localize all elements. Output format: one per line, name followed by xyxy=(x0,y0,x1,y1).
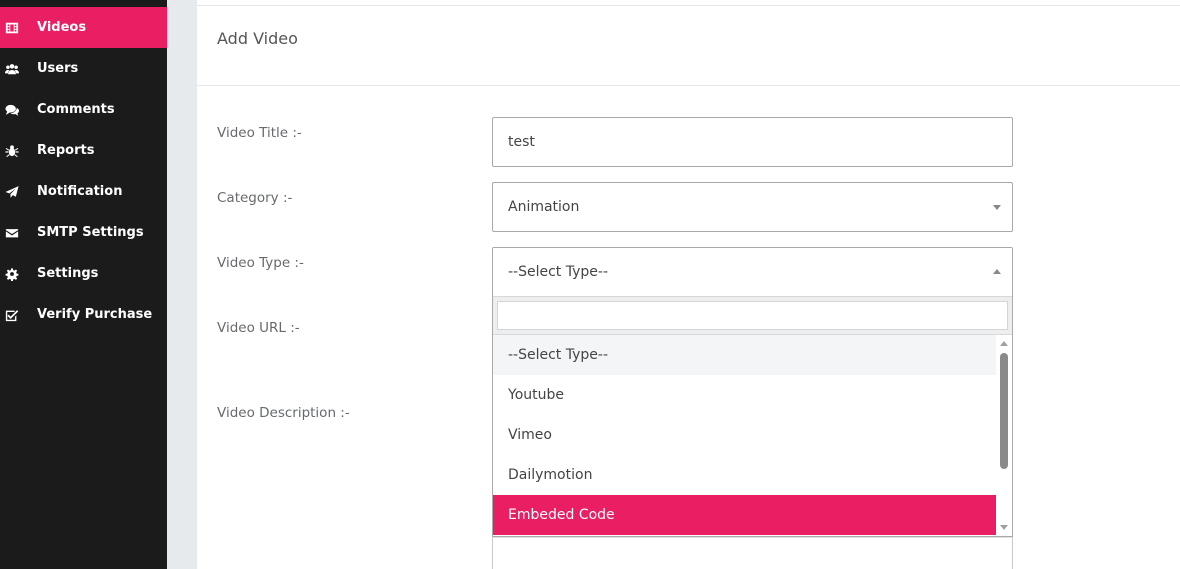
scroll-up-arrow-icon[interactable] xyxy=(1000,341,1008,346)
sidebar-item-comments[interactable]: Comments xyxy=(0,89,167,130)
scroll-down-arrow-icon[interactable] xyxy=(1000,525,1008,530)
bug-icon xyxy=(0,144,37,158)
chevron-up-icon xyxy=(993,269,1001,274)
dropdown-option-select-type[interactable]: --Select Type-- xyxy=(493,335,997,375)
sidebar-item-label: Notification xyxy=(37,184,123,199)
sidebar-item-label: SMTP Settings xyxy=(37,225,144,240)
sidebar-item-users[interactable]: Users xyxy=(0,48,167,89)
sidebar-item-label: Videos xyxy=(37,20,87,35)
video-description-field[interactable] xyxy=(492,537,1013,569)
sidebar-item-label: Verify Purchase xyxy=(37,307,153,322)
video-title-label: Video Title :- xyxy=(217,125,302,141)
comments-icon xyxy=(0,103,37,117)
sidebar-item-label: Reports xyxy=(37,143,95,158)
video-url-label: Video URL :- xyxy=(217,320,300,336)
dropdown-search-wrapper xyxy=(493,296,1012,335)
users-icon xyxy=(0,62,37,76)
sidebar-item-label: Comments xyxy=(37,102,115,117)
sidebar-item-smtp-settings[interactable]: SMTP Settings xyxy=(0,212,167,253)
dropdown-search-input[interactable] xyxy=(497,301,1008,330)
sidebar: Videos Users Comments Reports Notificati… xyxy=(0,0,167,569)
page-title: Add Video xyxy=(197,6,1180,86)
video-title-input[interactable]: test xyxy=(492,117,1013,167)
video-description-label: Video Description :- xyxy=(217,405,350,421)
video-type-select[interactable]: --Select Type-- xyxy=(492,247,1013,297)
dropdown-option-embeded-code[interactable]: Embeded Code xyxy=(493,495,997,535)
category-select[interactable]: Animation xyxy=(492,182,1013,232)
dropdown-option-dailymotion[interactable]: Dailymotion xyxy=(493,455,997,495)
paper-plane-icon xyxy=(0,185,37,199)
dropdown-scrollbar[interactable] xyxy=(996,335,1012,536)
video-type-label: Video Type :- xyxy=(217,255,304,271)
envelope-icon xyxy=(0,226,37,240)
scrollbar-thumb[interactable] xyxy=(1000,353,1008,469)
film-icon xyxy=(0,21,37,35)
dropdown-options-list: --Select Type-- Youtube Vimeo Dailymotio… xyxy=(493,335,997,536)
content-gutter xyxy=(167,0,197,569)
check-square-icon xyxy=(0,308,37,322)
sidebar-item-notification[interactable]: Notification xyxy=(0,171,167,212)
add-video-card: Add Video Video Title :- test Category :… xyxy=(197,5,1180,569)
sidebar-item-verify-purchase[interactable]: Verify Purchase xyxy=(0,294,167,335)
sidebar-item-videos[interactable]: Videos xyxy=(0,7,167,48)
chevron-down-icon xyxy=(993,205,1001,210)
sidebar-item-label: Settings xyxy=(37,266,99,281)
sidebar-item-label: Users xyxy=(37,61,79,76)
dropdown-option-vimeo[interactable]: Vimeo xyxy=(493,415,997,455)
sidebar-item-settings[interactable]: Settings xyxy=(0,253,167,294)
category-value: Animation xyxy=(508,199,580,215)
category-label: Category :- xyxy=(217,190,293,206)
gear-icon xyxy=(0,267,37,281)
video-title-value: test xyxy=(508,134,535,150)
sidebar-item-reports[interactable]: Reports xyxy=(0,130,167,171)
video-type-value: --Select Type-- xyxy=(508,264,609,280)
dropdown-option-youtube[interactable]: Youtube xyxy=(493,375,997,415)
video-type-dropdown: --Select Type-- Youtube Vimeo Dailymotio… xyxy=(492,296,1013,537)
